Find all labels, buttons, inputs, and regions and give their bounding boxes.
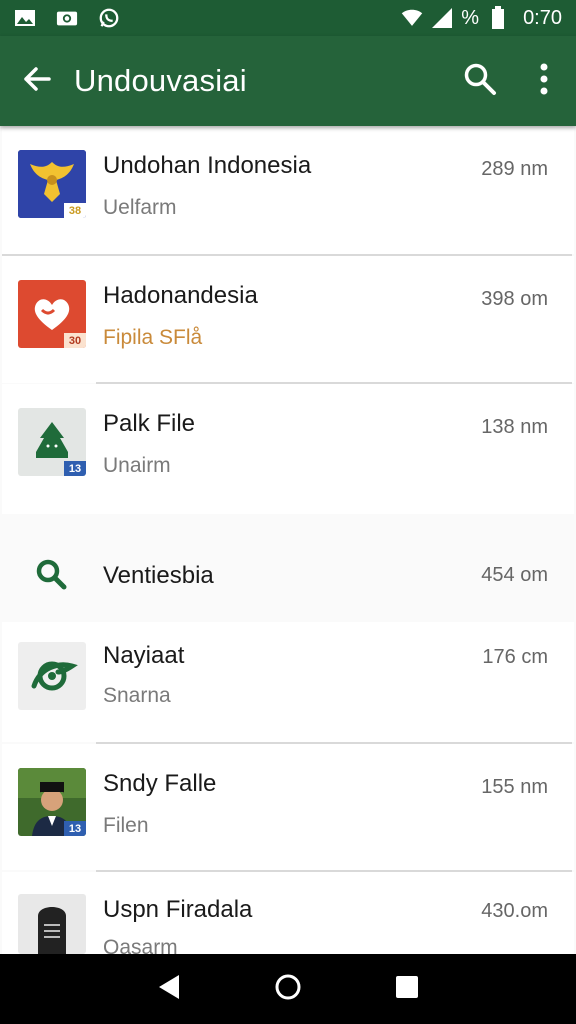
back-button[interactable] [0, 36, 74, 126]
mosque-icon: 13 [18, 408, 86, 476]
list-item[interactable]: Uspn Firadala Qasarm 430.om [0, 872, 576, 954]
item-subtitle: Filen [103, 814, 149, 837]
list-item[interactable]: 13 Sndy Falle Filen 155 nm [0, 744, 576, 870]
list-item[interactable]: 30 Hadonandesia Fipila SFlå 398 om [0, 256, 576, 383]
overflow-menu-button[interactable] [512, 36, 576, 126]
app-bar: Undouvasiai [0, 36, 576, 126]
status-time: 0:70 [523, 6, 562, 29]
gallery-icon [14, 7, 36, 29]
item-size: 398 om [481, 288, 548, 310]
more-vert-icon [539, 63, 549, 100]
wifi-icon [401, 7, 423, 29]
item-subtitle: Uelfarm [103, 196, 177, 219]
item-title: Nayiaat [103, 642, 185, 669]
navigation-bar [0, 954, 576, 1024]
item-size: 289 nm [481, 158, 548, 180]
item-size: 430.om [481, 900, 548, 922]
item-subtitle: Unairm [103, 454, 171, 477]
battery-icon [487, 6, 509, 29]
app-title: Undouvasiai [74, 63, 247, 98]
nav-home-button[interactable] [258, 959, 318, 1019]
recents-square-icon [395, 975, 419, 1004]
back-triangle-icon [157, 974, 181, 1005]
list-item[interactable]: Ventiesbia 454 om [0, 526, 576, 622]
camera-icon [56, 7, 78, 29]
hand-heart-icon: 30 [18, 280, 86, 348]
garuda-icon: 38 [18, 150, 86, 218]
item-subtitle: Snarna [103, 684, 171, 707]
nav-back-button[interactable] [139, 959, 199, 1019]
document-tablet-icon [18, 894, 86, 954]
item-title: Sndy Falle [103, 770, 217, 797]
list-item[interactable]: 13 Palk File Unairm 138 nm [0, 384, 576, 514]
item-badge: 30 [64, 333, 86, 348]
signal-icon [431, 7, 453, 29]
item-badge: 38 [64, 203, 86, 218]
item-badge: 13 [64, 461, 86, 476]
item-subtitle: Fipila SFlå [103, 326, 203, 349]
status-bar: % 0:70 [0, 0, 576, 36]
item-badge: 13 [64, 821, 86, 836]
search-icon [18, 540, 86, 608]
item-size: 155 nm [481, 776, 548, 798]
item-title: Hadonandesia [103, 282, 258, 309]
item-title: Ventiesbia [103, 562, 214, 589]
item-size: 138 nm [481, 416, 548, 438]
item-title: Undohan Indonesia [103, 152, 312, 179]
battery-percent-symbol: % [461, 6, 480, 29]
file-list: 38 Undohan Indonesia Uelfarm 289 nm 30 H… [0, 126, 576, 954]
item-size: 176 cm [482, 646, 548, 668]
list-item[interactable]: 38 Undohan Indonesia Uelfarm 289 nm [0, 126, 576, 254]
item-size: 454 om [481, 564, 548, 586]
item-title: Palk File [103, 410, 196, 437]
home-circle-icon [274, 973, 302, 1006]
arrow-back-icon [22, 64, 52, 99]
whatsapp-icon [98, 7, 120, 29]
search-button[interactable] [448, 36, 512, 126]
item-subtitle: Qasarm [103, 936, 178, 954]
nav-recents-button[interactable] [377, 959, 437, 1019]
leaf-logo-icon [18, 642, 86, 710]
person-photo-icon: 13 [18, 768, 86, 836]
search-icon [463, 62, 497, 101]
list-item[interactable]: Nayiaat Snarna 176 cm [0, 622, 576, 742]
item-title: Uspn Firadala [103, 896, 253, 923]
